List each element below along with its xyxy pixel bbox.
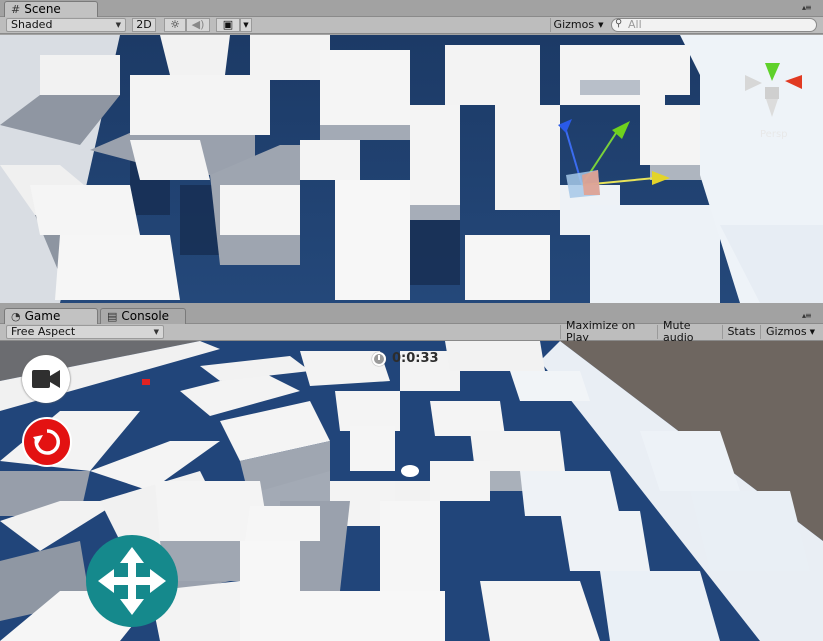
scene-viewport[interactable]: Persp	[0, 35, 823, 303]
image-icon: ▣	[222, 18, 234, 31]
search-placeholder: All	[628, 18, 642, 31]
move-arrows-icon	[98, 547, 166, 615]
sun-icon: ☼	[170, 18, 180, 31]
tab-scene-label: Scene	[24, 2, 61, 16]
search-icon: ⚲	[615, 18, 623, 29]
tab-game-label: Game	[24, 309, 61, 323]
maximize-on-play-toggle[interactable]: Maximize on Play	[560, 320, 657, 344]
video-camera-icon	[32, 370, 60, 388]
hierarchy-search-input[interactable]: ⚲ All	[611, 18, 817, 32]
game-gizmos-dropdown[interactable]: Gizmos ▼	[760, 325, 820, 339]
grid-icon: #	[11, 3, 21, 16]
window-menu-icon[interactable]: ▴≡	[802, 311, 812, 320]
player-ball	[401, 465, 419, 477]
scene-tabstrip: # Scene ▴≡	[0, 0, 823, 17]
stats-toggle[interactable]: Stats	[722, 325, 760, 339]
game-toolbar: Free Aspect ▼ Maximize on Play Mute audi…	[0, 320, 823, 344]
camera-button[interactable]	[22, 355, 70, 403]
chevron-down-icon: ▼	[598, 21, 604, 29]
aspect-value: Free Aspect	[11, 325, 76, 338]
aspect-dropdown[interactable]: Free Aspect ▼	[6, 325, 164, 339]
chevron-down-icon: ▼	[809, 328, 815, 336]
audio-toggle[interactable]: ◀)	[186, 18, 210, 32]
shading-mode-value: Shaded	[11, 18, 53, 31]
speaker-icon: ◀)	[191, 18, 205, 31]
orientation-label: Persp	[760, 129, 788, 140]
restart-button[interactable]	[22, 417, 72, 467]
game-gizmos-label: Gizmos	[766, 325, 807, 338]
scene-maze-render	[0, 35, 823, 303]
restart-icon	[33, 429, 60, 455]
console-icon: ▤	[107, 310, 118, 323]
chevron-down-icon: ▼	[115, 21, 121, 29]
chevron-down-icon: ▼	[153, 328, 159, 336]
pacman-icon: ◔	[11, 310, 21, 323]
goal-marker	[142, 379, 150, 385]
tab-console-label: Console	[121, 309, 170, 323]
game-timer: 0:0:33	[372, 351, 439, 366]
move-joystick-button[interactable]	[86, 535, 178, 627]
scene-toolbar: Shaded ▼ 2D ☼ ◀) ▣ ▼ Gizmos ▼ ⚲ All	[0, 17, 823, 34]
effects-dropdown[interactable]: ▼	[240, 18, 252, 32]
clock-icon	[372, 351, 386, 366]
effects-toggle[interactable]: ▣	[216, 18, 240, 32]
scene-gizmos-label: Gizmos	[553, 18, 595, 31]
tab-console[interactable]: ▤ Console	[100, 308, 186, 324]
mode-2d-toggle[interactable]: 2D	[132, 18, 156, 32]
unity-editor: # Scene ▴≡ Shaded ▼ 2D ☼ ◀) ▣ ▼ Gizmos ▼…	[0, 0, 823, 641]
tab-game[interactable]: ◔ Game	[4, 308, 98, 324]
mute-audio-toggle[interactable]: Mute audio	[657, 320, 722, 344]
window-menu-icon[interactable]: ▴≡	[802, 3, 812, 12]
shading-mode-dropdown[interactable]: Shaded ▼	[6, 18, 126, 32]
mode-2d-label: 2D	[136, 18, 152, 31]
lighting-toggle[interactable]: ☼	[164, 18, 186, 32]
timer-text: 0:0:33	[392, 351, 439, 366]
scene-gizmos-dropdown[interactable]: Gizmos ▼	[550, 18, 606, 32]
stats-label: Stats	[727, 325, 756, 338]
tab-scene[interactable]: # Scene	[4, 1, 98, 17]
chevron-down-icon: ▼	[243, 21, 249, 29]
